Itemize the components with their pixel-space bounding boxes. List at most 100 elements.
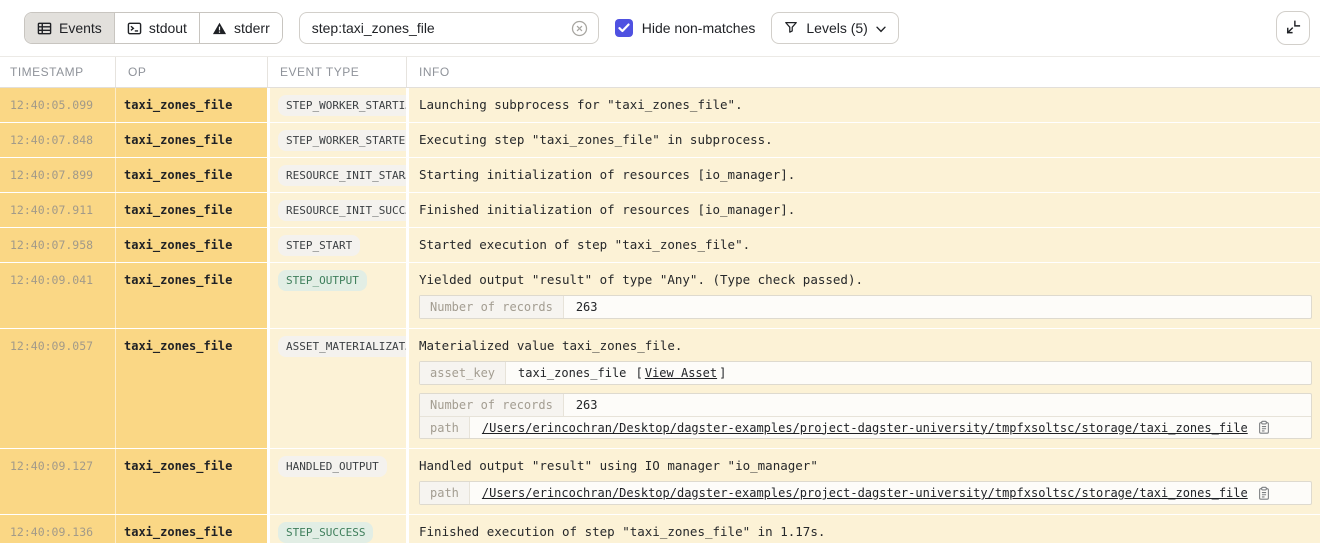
event-type-cell: ASSET_MATERIALIZAT… bbox=[267, 329, 406, 448]
event-type-tag: STEP_WORKER_STARTED bbox=[278, 130, 420, 151]
warning-icon bbox=[212, 21, 227, 36]
header-info: INFO bbox=[406, 57, 1320, 87]
timestamp-cell: 12:40:07.958 bbox=[0, 228, 115, 262]
timestamp-cell: 12:40:05.099 bbox=[0, 88, 115, 122]
metadata-value: /Users/erincochran/Desktop/dagster-examp… bbox=[470, 482, 1311, 504]
tab-events-label: Events bbox=[59, 20, 102, 36]
event-type-tag: RESOURCE_INIT_SUCC… bbox=[278, 200, 420, 221]
metadata-table: Number of records 263 bbox=[419, 295, 1312, 319]
metadata-table: Number of records 263 path/Users/erincochr… bbox=[419, 393, 1312, 439]
table-row: 12:40:09.057taxi_zones_fileASSET_MATERIA… bbox=[0, 329, 1320, 449]
levels-filter-label: Levels (5) bbox=[806, 20, 867, 36]
timestamp-cell: 12:40:09.057 bbox=[0, 329, 115, 448]
collapse-panel-button[interactable] bbox=[1276, 11, 1310, 45]
event-type-cell: STEP_SUCCESS bbox=[267, 515, 406, 543]
info-text: Executing step "taxi_zones_file" in subp… bbox=[419, 132, 1312, 147]
event-type-tag: STEP_OUTPUT bbox=[278, 270, 367, 291]
table-row: 12:40:09.127taxi_zones_fileHANDLED_OUTPU… bbox=[0, 449, 1320, 515]
metadata-label: Number of records bbox=[420, 296, 564, 318]
metadata-table: path/Users/erincochran/Desktop/dagster-e… bbox=[419, 481, 1312, 505]
metadata-value: taxi_zones_file [View Asset] bbox=[506, 362, 1311, 384]
copy-path-icon[interactable] bbox=[1257, 486, 1271, 501]
info-text: Finished initialization of resources [io… bbox=[419, 202, 1312, 217]
copy-path-icon[interactable] bbox=[1257, 420, 1271, 435]
tab-stdout[interactable]: stdout bbox=[115, 13, 200, 43]
tab-stderr-label: stderr bbox=[234, 20, 270, 36]
metadata-value: 263 bbox=[564, 394, 1311, 416]
metadata-value-text: 263 bbox=[576, 300, 598, 314]
metadata-label: Number of records bbox=[420, 394, 564, 416]
timestamp-cell: 12:40:07.848 bbox=[0, 123, 115, 157]
op-cell: taxi_zones_file bbox=[115, 263, 267, 328]
tab-stderr[interactable]: stderr bbox=[200, 13, 282, 43]
path-link[interactable]: /Users/erincochran/Desktop/dagster-examp… bbox=[482, 486, 1248, 500]
timestamp-cell: 12:40:09.136 bbox=[0, 515, 115, 543]
info-cell: Materialized value taxi_zones_file.asset… bbox=[406, 329, 1320, 448]
info-cell: Finished initialization of resources [io… bbox=[406, 193, 1320, 227]
info-cell: Finished execution of step "taxi_zones_f… bbox=[406, 515, 1320, 543]
metadata-label: path bbox=[420, 482, 470, 504]
timestamp-cell: 12:40:09.127 bbox=[0, 449, 115, 514]
event-type-cell: RESOURCE_INIT_SUCC… bbox=[267, 193, 406, 227]
collapse-icon bbox=[1284, 18, 1302, 39]
event-type-tag: STEP_START bbox=[278, 235, 360, 256]
hide-non-matches-checkbox[interactable]: Hide non-matches bbox=[615, 19, 756, 37]
event-type-tag: STEP_SUCCESS bbox=[278, 522, 373, 543]
levels-filter-button[interactable]: Levels (5) bbox=[771, 12, 898, 44]
info-cell: Handled output "result" using IO manager… bbox=[406, 449, 1320, 514]
metadata-value-text: taxi_zones_file bbox=[518, 366, 626, 380]
terminal-icon bbox=[127, 21, 142, 36]
event-rows: 12:40:05.099taxi_zones_fileSTEP_WORKER_S… bbox=[0, 88, 1320, 543]
event-log-panel: Events stdout bbox=[0, 0, 1320, 543]
metadata-row: asset_keytaxi_zones_file [View Asset] bbox=[420, 362, 1311, 384]
op-cell: taxi_zones_file bbox=[115, 193, 267, 227]
metadata-label: asset_key bbox=[420, 362, 506, 384]
table-row: 12:40:07.848taxi_zones_fileSTEP_WORKER_S… bbox=[0, 123, 1320, 158]
event-type-cell: STEP_START bbox=[267, 228, 406, 262]
metadata-row: path/Users/erincochran/Desktop/dagster-e… bbox=[420, 482, 1311, 504]
metadata-value: 263 bbox=[564, 296, 1311, 318]
event-type-tag: RESOURCE_INIT_STAR… bbox=[278, 165, 420, 186]
event-type-cell: HANDLED_OUTPUT bbox=[267, 449, 406, 514]
event-type-tag: STEP_WORKER_STARTI… bbox=[278, 95, 420, 116]
table-row: 12:40:05.099taxi_zones_fileSTEP_WORKER_S… bbox=[0, 88, 1320, 123]
header-op: OP bbox=[115, 57, 267, 87]
checkbox-checked-icon bbox=[615, 19, 633, 37]
tab-stdout-label: stdout bbox=[149, 20, 187, 36]
table-row: 12:40:07.958taxi_zones_fileSTEP_STARTSta… bbox=[0, 228, 1320, 263]
metadata-row: Number of records 263 bbox=[420, 394, 1311, 416]
event-type-tag: ASSET_MATERIALIZAT… bbox=[278, 336, 420, 357]
log-type-tabs: Events stdout bbox=[24, 12, 283, 44]
timestamp-cell: 12:40:07.899 bbox=[0, 158, 115, 192]
event-type-tag: HANDLED_OUTPUT bbox=[278, 456, 387, 477]
clear-search-icon[interactable] bbox=[571, 20, 588, 37]
event-type-cell: STEP_OUTPUT bbox=[267, 263, 406, 328]
toolbar: Events stdout bbox=[0, 0, 1320, 56]
view-asset-link[interactable]: View Asset bbox=[645, 366, 717, 380]
log-filter-field bbox=[299, 12, 599, 44]
table-row: 12:40:09.136taxi_zones_file STEP_SUCCESS F… bbox=[0, 515, 1320, 543]
op-cell: taxi_zones_file bbox=[115, 158, 267, 192]
info-cell: Yielded output "result" of type "Any". (… bbox=[406, 263, 1320, 328]
table-header: TIMESTAMP OP EVENT TYPE INFO bbox=[0, 56, 1320, 88]
info-text: Starting initialization of resources [io… bbox=[419, 167, 1312, 182]
log-filter-input[interactable] bbox=[312, 20, 563, 36]
tab-events[interactable]: Events bbox=[25, 13, 115, 43]
metadata-row: path/Users/erincochran/Desktop/dagster-e… bbox=[420, 416, 1311, 438]
info-cell: Executing step "taxi_zones_file" in subp… bbox=[406, 123, 1320, 157]
info-text: Started execution of step "taxi_zones_fi… bbox=[419, 237, 1312, 252]
metadata-table: asset_keytaxi_zones_file [View Asset] bbox=[419, 361, 1312, 385]
path-link[interactable]: /Users/erincochran/Desktop/dagster-examp… bbox=[482, 421, 1248, 435]
filter-funnel-icon bbox=[784, 20, 798, 37]
metadata-row: Number of records 263 bbox=[420, 296, 1311, 318]
timestamp-cell: 12:40:07.911 bbox=[0, 193, 115, 227]
op-cell: taxi_zones_file bbox=[115, 515, 267, 543]
op-cell: taxi_zones_file bbox=[115, 329, 267, 448]
chevron-down-icon bbox=[876, 20, 886, 36]
header-timestamp: TIMESTAMP bbox=[0, 57, 115, 87]
metadata-value-text: 263 bbox=[576, 398, 598, 412]
table-row: 12:40:07.899taxi_zones_file RESOURCE_INIT… bbox=[0, 158, 1320, 193]
info-cell: Starting initialization of resources [io… bbox=[406, 158, 1320, 192]
event-type-cell: STEP_WORKER_STARTI… bbox=[267, 88, 406, 122]
event-type-cell: STEP_WORKER_STARTED bbox=[267, 123, 406, 157]
